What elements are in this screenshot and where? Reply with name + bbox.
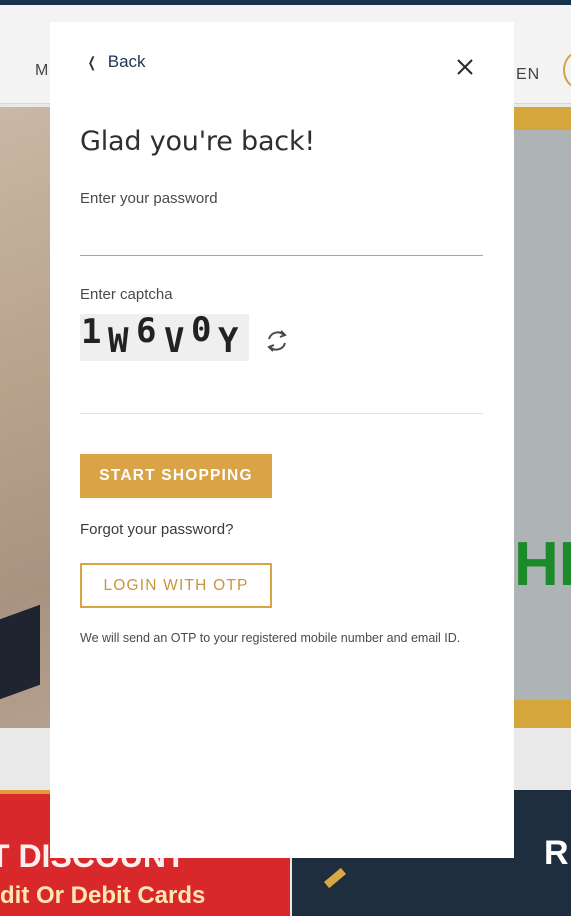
captcha-field[interactable] (80, 378, 483, 414)
hero-side-panel-inner (514, 130, 571, 700)
captcha-char: W (108, 321, 129, 361)
refresh-icon (267, 330, 287, 352)
hero-text: HIN (514, 530, 571, 599)
captcha-label: Enter captcha (80, 286, 173, 303)
hero-dark-object (0, 604, 40, 700)
refresh-captcha-button[interactable] (262, 326, 292, 356)
gold-stroke-graphic (324, 867, 346, 889)
back-label: Back (107, 52, 146, 71)
close-icon (457, 59, 473, 75)
language-selector[interactable]: EN (516, 66, 540, 84)
captcha-char: 0 (191, 314, 212, 350)
account-avatar[interactable] (563, 51, 571, 89)
forgot-password-link[interactable]: Forgot your password? (80, 521, 233, 538)
captcha-char: 1 (81, 314, 102, 352)
password-label: Enter your password (80, 190, 218, 207)
captcha-char: Y (218, 321, 239, 361)
captcha-image: 1 W 6 V 0 Y (80, 314, 249, 361)
chevron-left-icon: ❮ (87, 53, 96, 70)
promo-subtitle: dit Or Debit Cards (0, 882, 206, 909)
nav-item-left[interactable]: M (35, 62, 49, 80)
captcha-char: V (164, 321, 185, 361)
close-button[interactable] (454, 56, 476, 78)
password-field[interactable] (80, 218, 483, 256)
back-button[interactable]: ❮ Back (86, 52, 146, 72)
captcha-char: 6 (136, 314, 157, 351)
login-with-otp-button[interactable]: LOGIN WITH OTP (80, 563, 272, 608)
promo-dark-text: R (544, 834, 569, 872)
otp-helper-text: We will send an OTP to your registered m… (80, 631, 461, 645)
login-modal: ❮ Back Glad you're back! Enter your pass… (50, 22, 514, 858)
start-shopping-button[interactable]: START SHOPPING (80, 454, 272, 498)
modal-title: Glad you're back! (80, 126, 316, 157)
